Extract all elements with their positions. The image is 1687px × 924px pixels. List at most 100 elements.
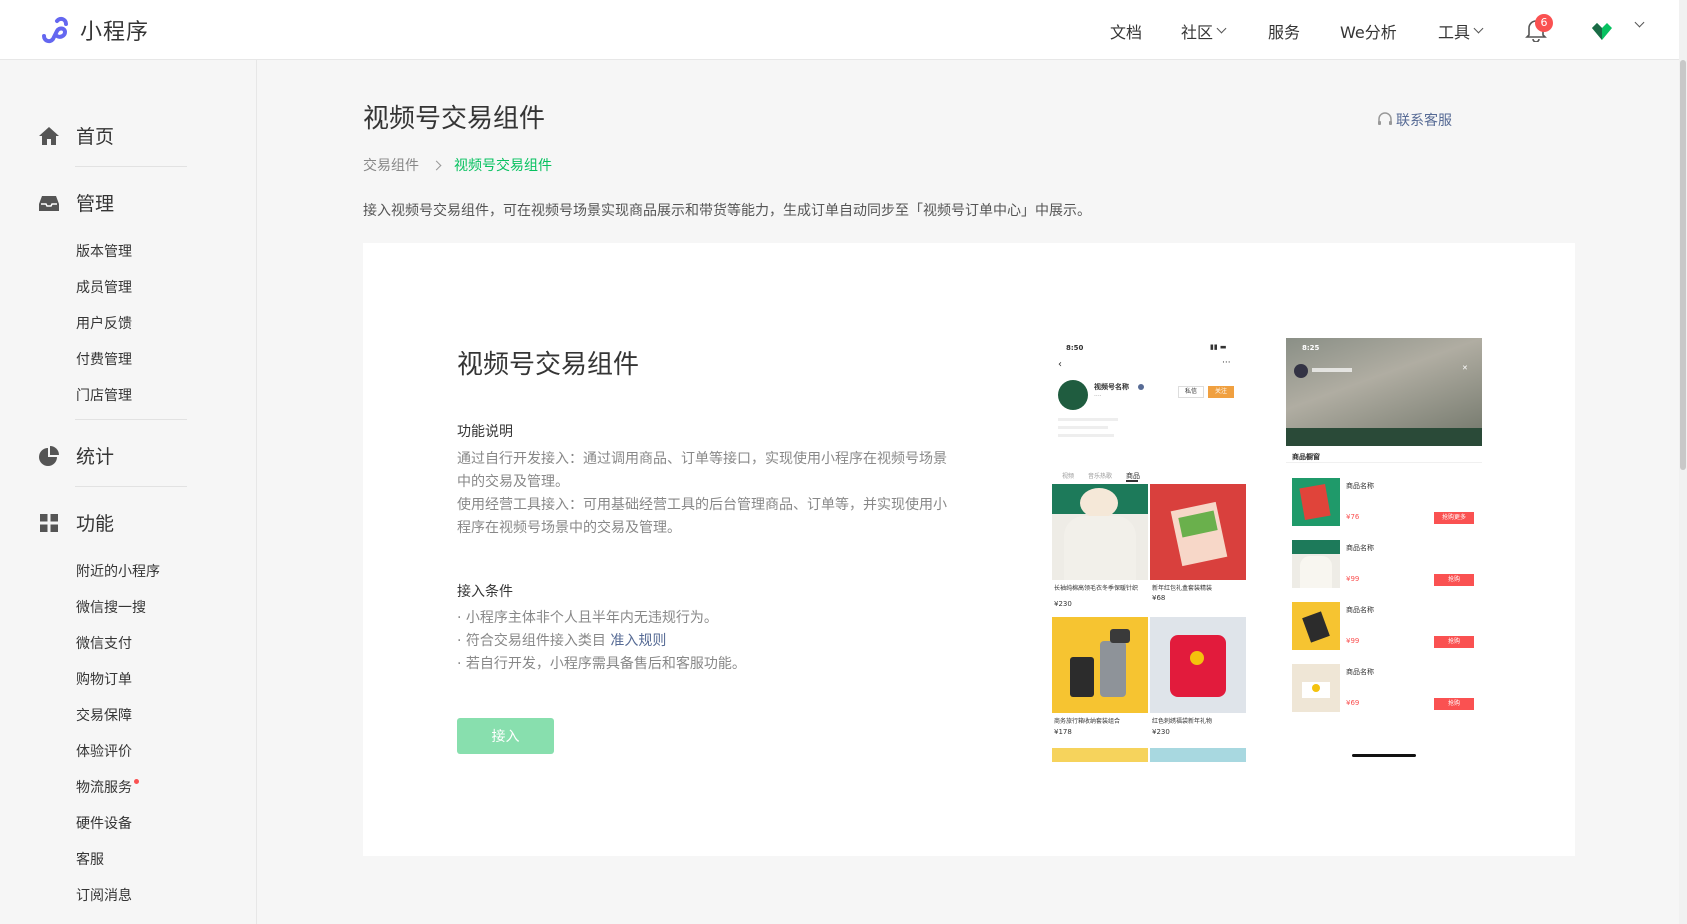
item-buy-button: 抢购 <box>1434 636 1474 648</box>
tab-underline <box>1126 480 1138 482</box>
product-name: 长袖纯棉高领毛衣冬季保暖针织 <box>1054 585 1139 592</box>
status-time: 8:50 <box>1066 344 1084 352</box>
home-indicator <box>1352 754 1416 757</box>
sidebar-item-nearby[interactable]: 附近的小程序 <box>76 561 160 581</box>
sidebar-item-review[interactable]: 体验评价 <box>76 741 132 761</box>
close-icon: ✕ <box>1462 364 1468 372</box>
product-name: 新年红包礼盒套装精装 <box>1152 585 1213 592</box>
product-image-partial <box>1150 748 1246 762</box>
item-image <box>1292 478 1340 526</box>
item-image <box>1292 602 1340 650</box>
sheet-header: 商品橱窗 <box>1292 453 1320 461</box>
page-title: 视频号交易组件 <box>363 104 546 134</box>
status-time: 8:25 <box>1302 344 1320 352</box>
channel-name: 视频号名称 <box>1094 383 1129 391</box>
sidebar-item-home[interactable]: 首页 <box>38 122 114 149</box>
sidebar-item-members[interactable]: 成员管理 <box>76 277 132 297</box>
nav-analytics[interactable]: We分析 <box>1340 19 1397 43</box>
sidebar-item-stores[interactable]: 门店管理 <box>76 385 132 405</box>
item-name: 商品名称 <box>1346 482 1374 490</box>
home-icon <box>39 126 59 145</box>
product-image-redbag <box>1150 617 1246 713</box>
nav-tools-label: 工具 <box>1438 23 1471 42</box>
breadcrumb: 交易组件 视频号交易组件 <box>363 155 552 175</box>
sidebar-item-subscriptions[interactable]: 订阅消息 <box>76 885 132 905</box>
scrollbar-thumb[interactable] <box>1680 60 1686 470</box>
breadcrumb-current: 视频号交易组件 <box>454 158 552 174</box>
verified-icon <box>1138 384 1144 390</box>
nav-docs-label: 文档 <box>1110 23 1143 42</box>
condition-text: · 符合交易组件接入类目 <box>457 633 611 649</box>
sidebar-item-customer-service[interactable]: 客服 <box>76 849 104 869</box>
item-name: 商品名称 <box>1346 544 1374 552</box>
item-name: 商品名称 <box>1346 668 1374 676</box>
account-avatar-icon[interactable] <box>1590 20 1614 42</box>
top-navigation-bar: 小程序 文档 社区 服务 We分析 工具 6 <box>0 0 1687 60</box>
item-price: ¥69 <box>1346 699 1360 707</box>
logo[interactable]: 小程序 <box>38 14 149 46</box>
nav-docs[interactable]: 文档 <box>1110 19 1142 43</box>
sidebar-item-wechat-pay[interactable]: 微信支付 <box>76 633 132 653</box>
sidebar-item-features-label: 功能 <box>76 513 115 535</box>
host-name <box>1312 368 1352 372</box>
condition-heading: 接入条件 <box>457 584 513 600</box>
logo-text: 小程序 <box>80 20 150 45</box>
feature-line-2: 使用经营工具接入：可用基础经营工具的后台管理商品、订单等，并实现使用小程序在视频… <box>457 497 947 536</box>
nav-analytics-label: We分析 <box>1340 23 1397 42</box>
product-image-sweater <box>1052 484 1148 580</box>
bio-line <box>1058 434 1114 437</box>
sidebar-item-home-label: 首页 <box>76 126 115 148</box>
phone-mockup-live-shop: 8:25 ✕ 商品橱窗 商品名称 ¥76 抢购更多 商品名称 ¥99 抢购 商品… <box>1286 338 1482 762</box>
sidebar-item-payment-mgmt[interactable]: 付费管理 <box>76 349 132 369</box>
notification-badge: 6 <box>1535 14 1553 32</box>
tab-videos: 视频 <box>1062 473 1075 480</box>
nav-services[interactable]: 服务 <box>1268 19 1300 43</box>
sidebar-item-stats[interactable]: 统计 <box>38 442 114 469</box>
phone-mockup-channel-shop: 8:50 ▮▮ ▬ ‹ ··· 视频号名称 ···· 私信 关注 视频 音乐热歌… <box>1052 338 1246 762</box>
sidebar-item-hardware[interactable]: 硬件设备 <box>76 813 132 833</box>
sheet-divider <box>1286 462 1482 463</box>
live-video-frame <box>1286 338 1482 446</box>
sidebar-divider <box>75 419 187 420</box>
product-price: ¥230 <box>1152 728 1170 736</box>
connect-button[interactable]: 接入 <box>457 718 554 754</box>
contact-support-label: 联系客服 <box>1396 113 1452 129</box>
sidebar-item-search[interactable]: 微信搜一搜 <box>76 597 146 617</box>
message-button: 私信 <box>1178 386 1204 398</box>
sidebar-item-manage-label: 管理 <box>76 193 115 215</box>
back-chevron-icon: ‹ <box>1058 359 1062 370</box>
sidebar-item-features[interactable]: 功能 <box>38 509 114 536</box>
condition-list: · 小程序主体非个人且半年内无违规行为。 · 符合交易组件接入类目 准入规则 ·… <box>457 607 947 676</box>
breadcrumb-trade-components[interactable]: 交易组件 <box>363 155 419 175</box>
status-icons: ▮▮ ▬ <box>1210 343 1227 351</box>
bio-line <box>1058 418 1118 421</box>
sidebar-item-orders[interactable]: 购物订单 <box>76 669 132 689</box>
sidebar-item-stats-label: 统计 <box>76 446 115 468</box>
sidebar-item-logistics[interactable]: 物流服务 <box>76 777 139 797</box>
sidebar-item-logistics-label: 物流服务 <box>76 780 132 796</box>
nav-community-label: 社区 <box>1181 23 1214 42</box>
account-menu-chevron-icon[interactable] <box>1634 17 1645 28</box>
sidebar-item-trade-guarantee[interactable]: 交易保障 <box>76 705 132 725</box>
item-buy-button: 抢购 <box>1434 574 1474 586</box>
product-price: ¥68 <box>1152 594 1166 602</box>
item-buy-button: 抢购 <box>1434 698 1474 710</box>
item-name: 商品名称 <box>1346 606 1374 614</box>
follow-button: 关注 <box>1208 386 1234 398</box>
access-rules-link[interactable]: 准入规则 <box>610 633 666 649</box>
nav-community[interactable]: 社区 <box>1181 19 1227 43</box>
sidebar-item-manage[interactable]: 管理 <box>38 189 114 216</box>
condition-item: · 若自行开发，小程序需具备售后和客服功能。 <box>457 656 746 672</box>
nav-tools[interactable]: 工具 <box>1438 19 1484 43</box>
sidebar-item-feedback[interactable]: 用户反馈 <box>76 313 132 333</box>
more-icon: ··· <box>1222 358 1231 368</box>
chevron-down-icon <box>1473 23 1484 34</box>
product-name: 商务旅行箱收纳套装组合 <box>1054 718 1121 725</box>
product-image-giftbox <box>1150 484 1246 580</box>
contact-support-link[interactable]: 联系客服 <box>1376 110 1452 130</box>
product-price: ¥230 <box>1054 600 1072 608</box>
condition-item: · 符合交易组件接入类目 准入规则 <box>457 630 947 653</box>
tab-music: 音乐热歌 <box>1088 473 1113 480</box>
sidebar-divider <box>75 166 187 167</box>
sidebar-item-version[interactable]: 版本管理 <box>76 241 132 261</box>
